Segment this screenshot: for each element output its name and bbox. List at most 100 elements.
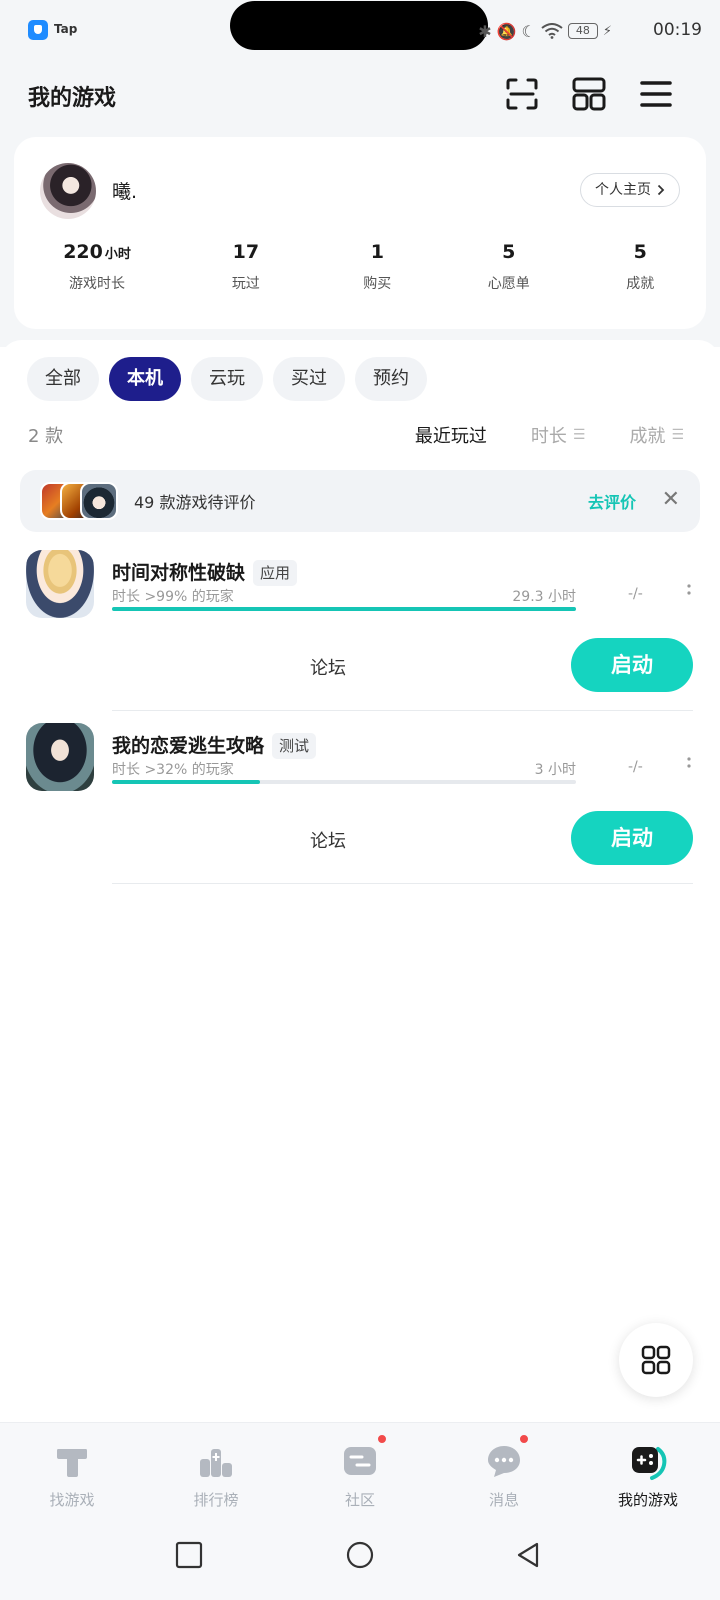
playtime-progress-fill <box>112 780 261 784</box>
tap-app-icon <box>28 20 48 40</box>
grid-icon <box>641 1345 671 1375</box>
stat-value: 17 <box>232 241 260 263</box>
forum-link[interactable]: 论坛 <box>310 654 346 680</box>
sort-label: 时长 <box>530 426 567 447</box>
nav-messages[interactable]: 消息 <box>432 1423 576 1522</box>
status-time: 00:19 <box>653 20 702 40</box>
status-icons: ✱ 🔕 ☾ 48 ⚡ <box>478 20 612 42</box>
pending-review-thumbnails <box>40 482 130 520</box>
battery-indicator: 48 <box>567 23 598 39</box>
grid-icon[interactable] <box>569 74 609 114</box>
stat-play-time[interactable]: 220 小时 游戏时长 <box>14 241 180 293</box>
game-score: -/- <box>628 759 643 775</box>
game-icon <box>26 550 94 618</box>
nav-label: 社区 <box>344 1491 375 1509</box>
profile-section: 曦. 个人主页 220 小时 游戏时长 17 玩过 1 购买 5 心愿单 5 成… <box>0 137 720 347</box>
sort-duration[interactable]: 时长 ☰ <box>531 422 586 448</box>
sort-order-icon: ☰ <box>671 427 684 443</box>
stats-row: 220 小时 游戏时长 17 玩过 1 购买 5 心愿单 5 成就 <box>14 241 706 293</box>
game-percentile: 时长 >99% 的玩家 <box>112 589 234 605</box>
more-options-icon[interactable] <box>686 755 692 775</box>
message-icon <box>488 1446 520 1477</box>
stat-label: 游戏时长 <box>69 276 126 292</box>
recent-apps-icon[interactable] <box>175 1541 203 1569</box>
back-icon[interactable] <box>515 1541 541 1569</box>
profile-homepage-label: 个人主页 <box>595 182 651 198</box>
more-options-icon[interactable] <box>686 582 692 602</box>
review-banner[interactable]: 49 款游戏待评价 去评价 ✕ <box>20 470 700 532</box>
game-title-line: 我的恋爱逃生攻略 测试 <box>112 731 317 759</box>
game-hours: 29.3 小时 <box>512 589 576 605</box>
moon-icon: ☾ <box>521 21 536 41</box>
mute-icon: 🔕 <box>496 21 517 41</box>
game-hours: 3 小时 <box>534 762 576 778</box>
profile-card: 曦. 个人主页 220 小时 游戏时长 17 玩过 1 购买 5 心愿单 5 成… <box>14 137 706 329</box>
stat-label: 心愿单 <box>487 276 530 292</box>
nav-label: 消息 <box>488 1491 519 1509</box>
game-list-panel: 全部 本机 云玩 买过 预约 2 款 最近玩过 时长 ☰ 成就 ☰ 49 款游戏待评… <box>0 340 720 1422</box>
chip-all[interactable]: 全部 <box>27 357 99 401</box>
chevron-right-icon <box>657 184 665 196</box>
stat-unit: 小时 <box>104 247 131 262</box>
game-row[interactable]: 我的恋爱逃生攻略 测试 时长 >32% 的玩家 3 小时 -/- 论坛 启动 <box>0 723 720 898</box>
home-icon[interactable] <box>346 1541 374 1569</box>
camera-cutout <box>230 1 488 50</box>
game-tag: 测试 <box>272 733 317 759</box>
menu-icon[interactable] <box>636 74 676 114</box>
stat-value: 5 <box>633 241 647 263</box>
game-icon <box>26 723 94 791</box>
stat-value: 5 <box>502 241 516 263</box>
leaderboard-icon <box>200 1449 232 1477</box>
sort-recent[interactable]: 最近玩过 <box>415 422 487 448</box>
divider <box>112 710 693 711</box>
chip-purchased[interactable]: 买过 <box>273 357 345 401</box>
page-title: 我的游戏 <box>28 86 117 111</box>
launch-button[interactable]: 启动 <box>571 811 693 865</box>
game-count: 2 款 <box>28 426 64 447</box>
forum-link[interactable]: 论坛 <box>310 827 346 853</box>
sort-label: 最近玩过 <box>414 426 487 447</box>
stat-value: 1 <box>370 241 384 263</box>
stat-wishlist[interactable]: 5 心愿单 <box>443 241 574 293</box>
notification-badge <box>376 1433 388 1445</box>
chip-local[interactable]: 本机 <box>109 357 181 401</box>
game-name: 我的恋爱逃生攻略 <box>112 735 265 757</box>
go-review-link[interactable]: 去评价 <box>588 489 636 513</box>
stat-purchased[interactable]: 1 购买 <box>312 241 443 293</box>
launch-button[interactable]: 启动 <box>571 638 693 692</box>
scan-icon[interactable] <box>502 74 542 114</box>
game-thumbnail <box>80 482 118 520</box>
stat-achievements[interactable]: 5 成就 <box>575 241 706 293</box>
charging-icon: ⚡ <box>602 23 612 39</box>
username: 曦. <box>112 181 138 203</box>
profile-homepage-button[interactable]: 个人主页 <box>580 173 680 207</box>
game-name: 时间对称性破缺 <box>112 562 246 584</box>
bottom-navigation: 找游戏 排行榜 社区 消息 我的游戏 <box>0 1422 720 1522</box>
nav-leaderboard[interactable]: 排行榜 <box>144 1423 288 1522</box>
divider <box>112 883 693 884</box>
my-games-icon <box>632 1447 667 1480</box>
sort-label: 成就 <box>629 426 666 447</box>
game-tag: 应用 <box>253 560 298 586</box>
chip-cloud[interactable]: 云玩 <box>191 357 263 401</box>
nav-my-games[interactable]: 我的游戏 <box>576 1423 720 1522</box>
wifi-icon <box>541 23 563 39</box>
nav-community[interactable]: 社区 <box>288 1423 432 1522</box>
review-prompt-text: 49 款游戏待评价 <box>134 493 256 512</box>
stat-played[interactable]: 17 玩过 <box>180 241 311 293</box>
floating-grid-button[interactable] <box>619 1323 693 1397</box>
stat-label: 玩过 <box>231 276 260 292</box>
community-icon <box>344 1447 376 1475</box>
sort-achievements[interactable]: 成就 ☰ <box>629 422 684 448</box>
game-row[interactable]: 时间对称性破缺 应用 时长 >99% 的玩家 29.3 小时 -/- 论坛 启动 <box>0 550 720 725</box>
status-bar: Tap ✱ 🔕 ☾ 48 ⚡ 00:19 <box>0 0 720 62</box>
avatar[interactable] <box>40 163 96 219</box>
system-navigation-bar <box>0 1522 720 1600</box>
stat-label: 成就 <box>626 276 655 292</box>
chip-reserved[interactable]: 预约 <box>355 357 427 401</box>
nav-label: 排行榜 <box>193 1491 239 1509</box>
game-title-line: 时间对称性破缺 应用 <box>112 558 298 586</box>
nav-label: 找游戏 <box>49 1491 95 1509</box>
nav-find-games[interactable]: 找游戏 <box>0 1423 144 1522</box>
close-icon[interactable]: ✕ <box>662 486 680 514</box>
